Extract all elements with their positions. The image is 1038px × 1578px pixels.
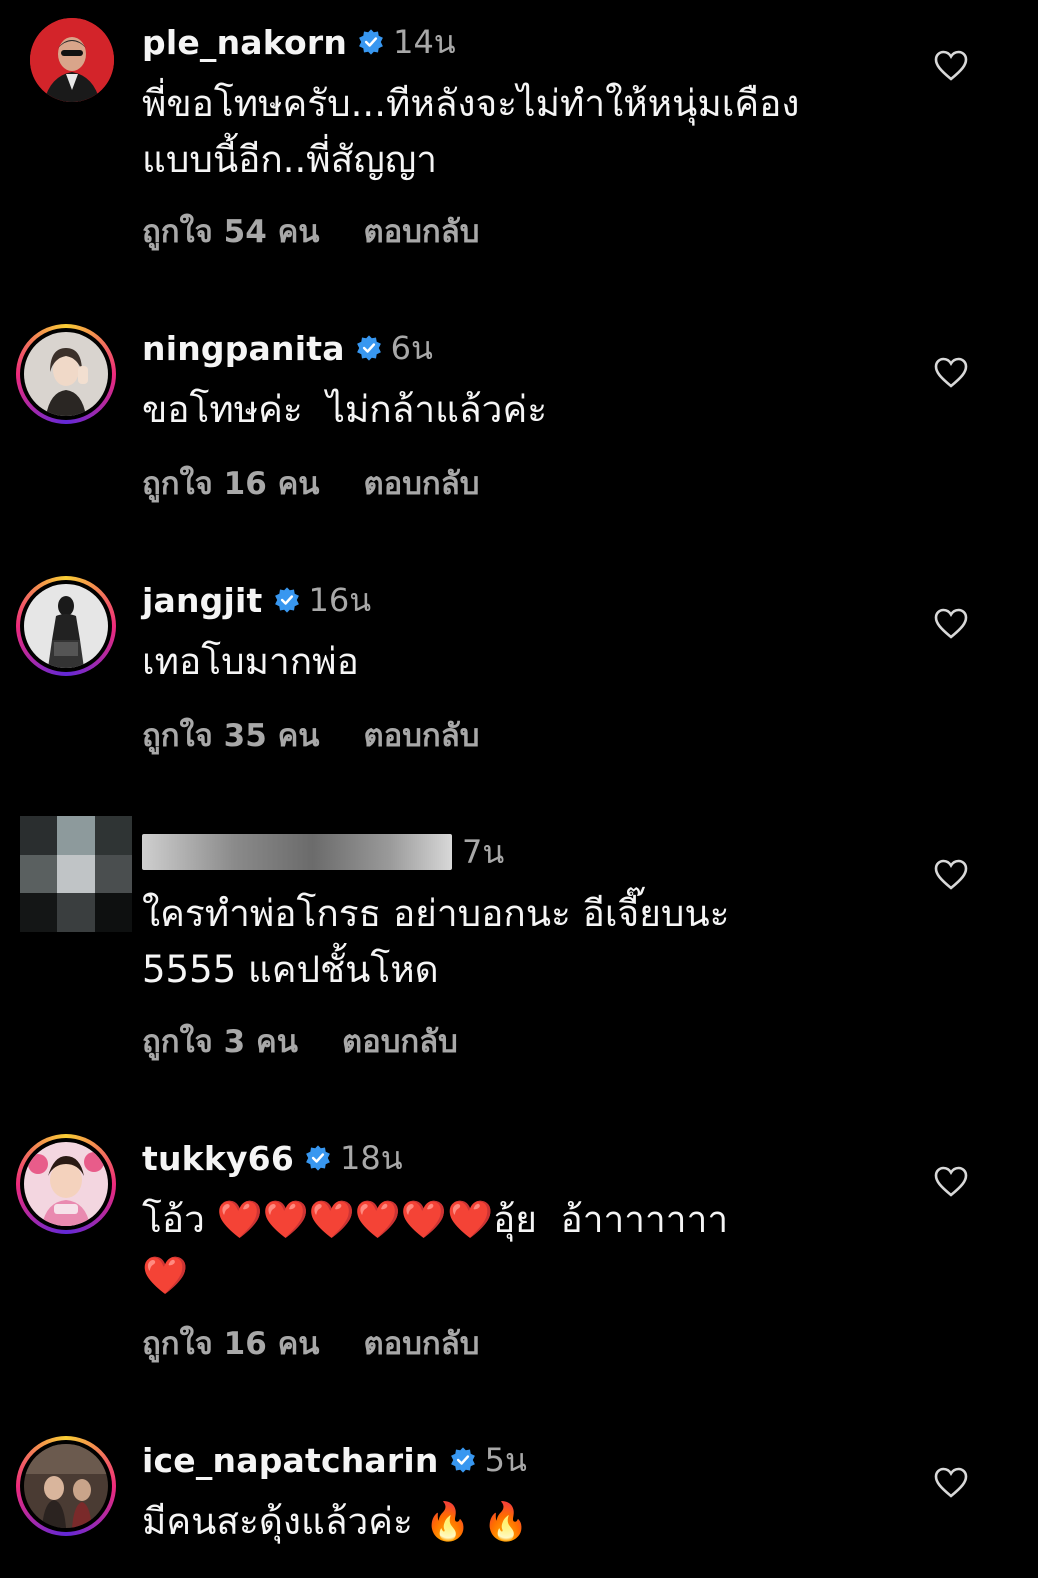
- comment-line: 5555 แคปชั้นโหด: [142, 948, 439, 991]
- comment-header: ningpanita 6น: [142, 326, 433, 370]
- reply-button[interactable]: ตอบกลับ: [364, 458, 480, 508]
- comment-text: ขอโทษค่ะ ไม่กล้าแล้วค่ะ: [142, 382, 902, 438]
- like-count[interactable]: ถูกใจ 16 คน: [142, 458, 320, 508]
- timestamp: 6น: [390, 328, 433, 367]
- comment-line: โอ้ว ❤️❤️❤️❤️❤️❤️อุ้ย อ้าาาาาาา: [142, 1198, 729, 1241]
- like-heart-icon[interactable]: [934, 50, 968, 82]
- avatar[interactable]: [16, 576, 116, 676]
- like-count[interactable]: ถูกใจ 3 คน: [142, 1016, 298, 1066]
- avatar[interactable]: [30, 18, 114, 102]
- username[interactable]: ice_napatcharin: [142, 1441, 439, 1480]
- comment-meta: ถูกใจ 54 คน ตอบกลับ: [142, 206, 479, 256]
- timestamp: 7น: [462, 832, 505, 871]
- reply-button[interactable]: ตอบกลับ: [364, 206, 480, 256]
- verified-badge-icon: [274, 587, 299, 613]
- comment-header: tukky66 18น: [142, 1136, 403, 1180]
- verified-badge-icon: [356, 335, 381, 361]
- comments-screen: ple_nakorn 14น พี่ขอโทษครับ...ทีหลังจะไม…: [0, 0, 1038, 1578]
- comment-header: ple_nakorn 14น: [142, 20, 456, 64]
- like-heart-icon[interactable]: [934, 1467, 968, 1499]
- comment-text: มีคนสะดุ้งแล้วค่ะ 🔥 🔥: [142, 1494, 902, 1550]
- like-heart-icon[interactable]: [934, 1166, 968, 1198]
- like-heart-icon[interactable]: [934, 357, 968, 389]
- avatar[interactable]: [16, 1134, 116, 1234]
- verified-badge-icon: [450, 1447, 475, 1473]
- comment-meta: ถูกใจ 16 คน ตอบกลับ: [142, 1318, 479, 1368]
- comment-text: ใครทำพ่อโกรธ อย่าบอกนะ อีเจี๊ยบนะ 5555 แ…: [142, 886, 902, 998]
- comment-line: ใครทำพ่อโกรธ อย่าบอกนะ อีเจี๊ยบนะ: [142, 892, 730, 935]
- comment-meta: ถูกใจ 35 คน ตอบกลับ: [142, 710, 479, 760]
- username[interactable]: tukky66: [142, 1139, 294, 1178]
- avatar[interactable]: [16, 1436, 116, 1536]
- comment-header: 7น: [142, 830, 504, 874]
- comment-line: มีคนสะดุ้งแล้วค่ะ 🔥 🔥: [142, 1500, 529, 1543]
- reply-button[interactable]: ตอบกลับ: [364, 710, 480, 760]
- comment-text: เทอโบมากพ่อ: [142, 634, 902, 690]
- comment-meta: ถูกใจ 3 คน ตอบกลับ: [142, 1016, 458, 1066]
- like-count[interactable]: ถูกใจ 54 คน: [142, 206, 320, 256]
- reply-button[interactable]: ตอบกลับ: [364, 1318, 480, 1368]
- like-count[interactable]: ถูกใจ 16 คน: [142, 1318, 320, 1368]
- comment-text: พี่ขอโทษครับ...ทีหลังจะไม่ทำให้หนุ่มเคือ…: [142, 76, 902, 188]
- verified-badge-icon: [306, 1145, 330, 1171]
- username[interactable]: ple_nakorn: [142, 23, 347, 62]
- comment-line: เทอโบมากพ่อ: [142, 640, 359, 683]
- comment-line: แบบนี้อีก..พี่สัญญา: [142, 138, 438, 181]
- comment-meta: ถูกใจ 16 คน ตอบกลับ: [142, 458, 479, 508]
- avatar[interactable]: [20, 816, 132, 932]
- like-count[interactable]: ถูกใจ 35 คน: [142, 710, 320, 760]
- like-heart-icon[interactable]: [934, 608, 968, 640]
- comment-line: ❤️: [142, 1254, 189, 1297]
- comment-line: พี่ขอโทษครับ...ทีหลังจะไม่ทำให้หนุ่มเคือ…: [142, 82, 800, 125]
- reply-button[interactable]: ตอบกลับ: [342, 1016, 458, 1066]
- username[interactable]: jangjit: [142, 581, 263, 620]
- comment-header: ice_napatcharin 5น: [142, 1438, 527, 1482]
- timestamp: 16น: [308, 580, 372, 619]
- blurred-username[interactable]: [142, 834, 452, 870]
- timestamp: 5น: [484, 1440, 527, 1479]
- username[interactable]: ningpanita: [142, 329, 345, 368]
- avatar[interactable]: [16, 324, 116, 424]
- like-heart-icon[interactable]: [934, 859, 968, 891]
- comment-header: jangjit 16น: [142, 578, 371, 622]
- comment-line: ขอโทษค่ะ ไม่กล้าแล้วค่ะ: [142, 388, 548, 431]
- timestamp: 14น: [393, 22, 456, 61]
- timestamp: 18น: [340, 1138, 403, 1177]
- comment-text: โอ้ว ❤️❤️❤️❤️❤️❤️อุ้ย อ้าาาาาาา ❤️: [142, 1192, 902, 1304]
- verified-badge-icon: [359, 29, 383, 55]
